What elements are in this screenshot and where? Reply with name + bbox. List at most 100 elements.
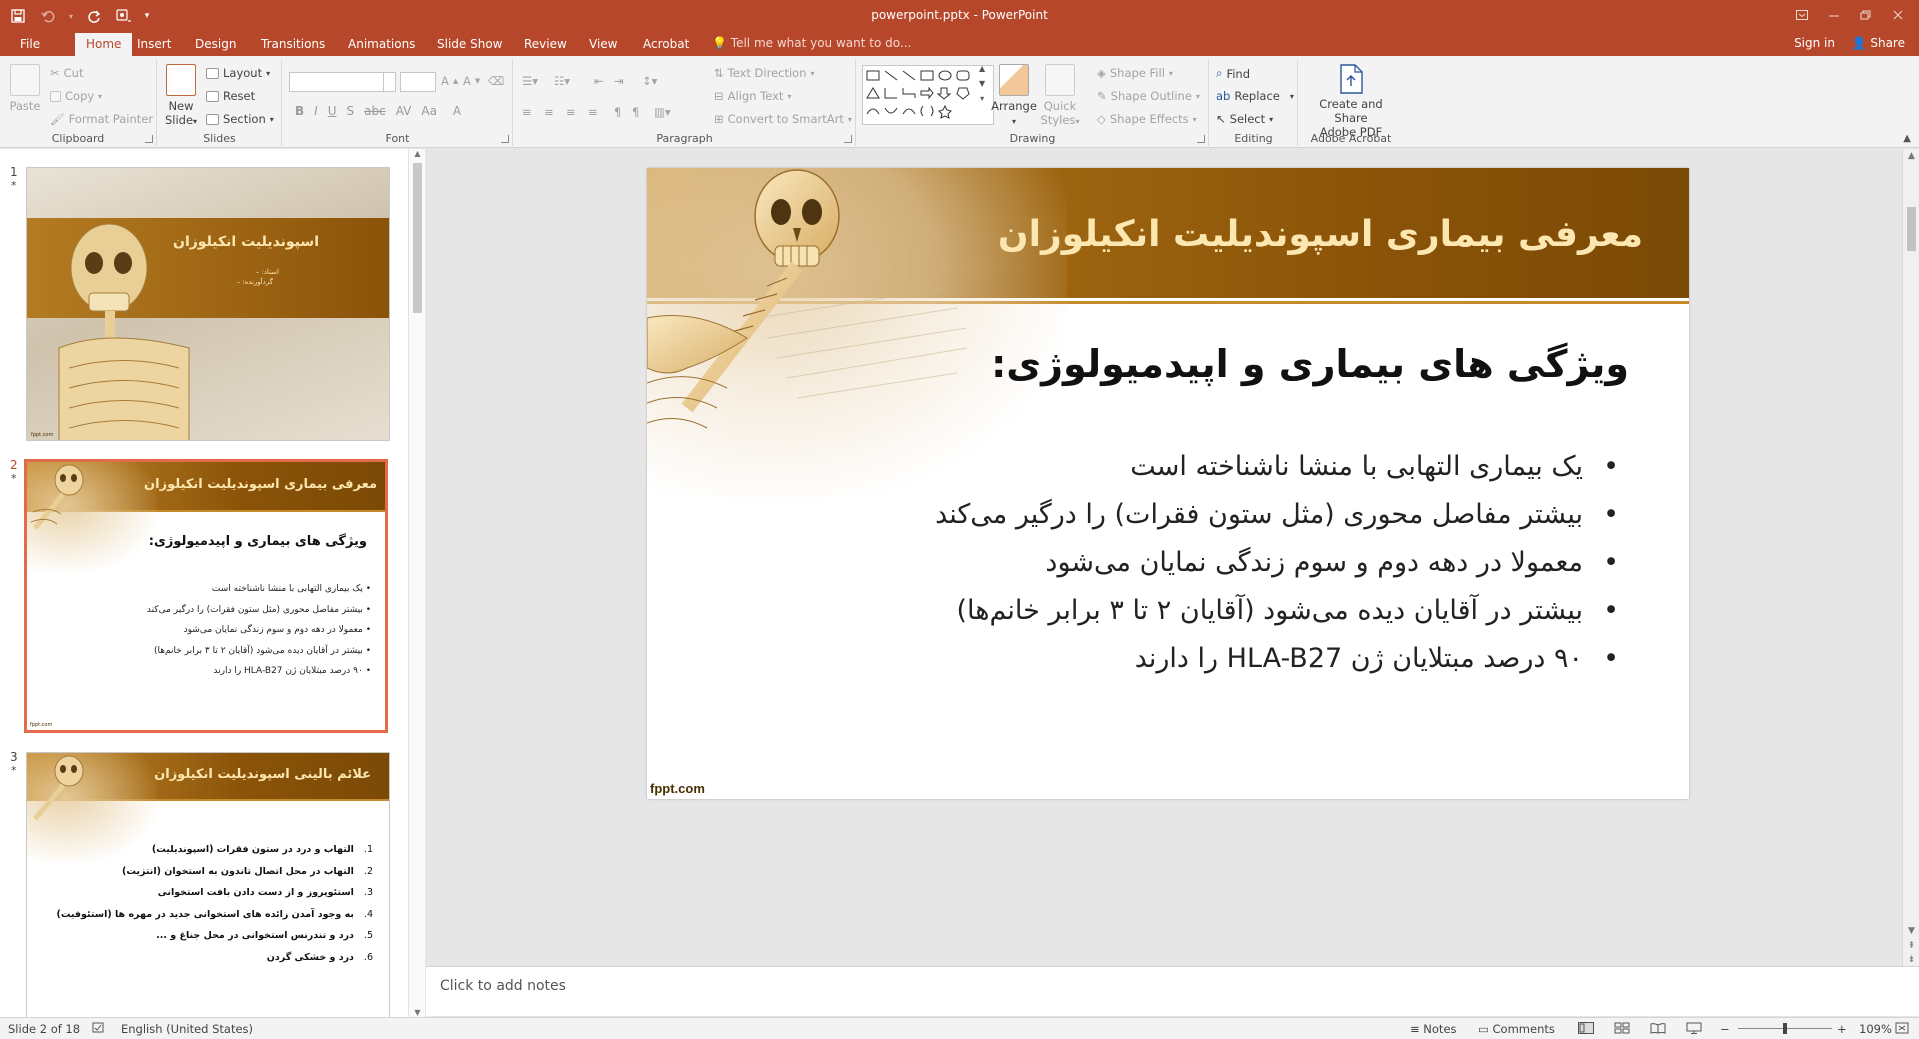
zoom-slider[interactable] xyxy=(1738,1023,1832,1034)
format-painter-button[interactable]: 🖌 Format Painter xyxy=(50,112,153,126)
columns-button[interactable]: ▥▾ xyxy=(654,105,671,119)
tab-animations[interactable]: Animations xyxy=(337,33,426,56)
replace-button[interactable]: ab Replace ▾ xyxy=(1216,89,1294,103)
grow-font-button[interactable]: A ▲ xyxy=(441,74,458,88)
ribbon-display-icon[interactable] xyxy=(1787,4,1817,26)
reset-button[interactable]: Reset xyxy=(206,89,255,103)
font-size-combobox[interactable] xyxy=(400,72,436,92)
thumbnail-scroll-thumb[interactable] xyxy=(413,163,422,313)
find-button[interactable]: ⌕ Find xyxy=(1216,66,1250,81)
paragraph-launcher-icon[interactable] xyxy=(844,135,852,143)
close-icon[interactable] xyxy=(1883,4,1913,26)
current-slide[interactable]: معرفی بیماری اسپوندیلیت انکیلوزان ویژگی … xyxy=(647,168,1689,799)
shape-outline-button[interactable]: ✎ Shape Outline ▾ xyxy=(1097,89,1200,103)
increase-indent-button[interactable]: ⇥ xyxy=(614,74,624,88)
notes-pane[interactable]: Click to add notes xyxy=(426,966,1919,1016)
font-color-button[interactable]: A xyxy=(453,104,461,118)
reading-view-icon[interactable] xyxy=(1650,1022,1666,1037)
tab-review[interactable]: Review xyxy=(513,33,578,56)
decrease-indent-button[interactable]: ⇤ xyxy=(594,74,604,88)
slide-thumbnail-1[interactable]: اسپوندیلیت انکیلوزان استاد: – گردآورنده:… xyxy=(26,167,390,441)
text-direction-button[interactable]: ⇅ Text Direction ▾ xyxy=(714,66,815,80)
scroll-up-icon[interactable]: ▲ xyxy=(409,149,426,158)
shrink-font-button[interactable]: A ▼ xyxy=(463,74,480,88)
create-share-pdf-button[interactable]: Create and Share Adobe PDF xyxy=(1301,64,1401,139)
tab-acrobat[interactable]: Acrobat xyxy=(632,33,700,56)
font-name-combobox[interactable] xyxy=(289,72,384,92)
previous-slide-icon[interactable]: ⇞ xyxy=(1903,941,1919,951)
quick-styles-button[interactable]: Quick Styles▾ xyxy=(1039,64,1081,129)
tell-me-box[interactable]: 💡 Tell me what you want to do... xyxy=(712,36,911,50)
justify-button[interactable]: ≡ xyxy=(588,105,598,119)
zoom-slider-knob[interactable] xyxy=(1783,1023,1787,1034)
slide-scroll-thumb[interactable] xyxy=(1907,207,1916,251)
convert-smartart-button[interactable]: ⊞ Convert to SmartArt ▾ xyxy=(714,112,852,126)
tab-design[interactable]: Design xyxy=(184,33,247,56)
shape-fill-button[interactable]: ◈ Shape Fill ▾ xyxy=(1097,66,1173,80)
zoom-level[interactable]: 109% xyxy=(1859,1022,1892,1036)
tab-slide-show[interactable]: Slide Show xyxy=(426,33,513,56)
slide-heading[interactable]: ویژگی های بیماری و اپیدمیولوژی: xyxy=(991,342,1629,386)
sign-in-link[interactable]: Sign in xyxy=(1794,36,1835,50)
next-slide-icon[interactable]: ⇟ xyxy=(1903,955,1919,965)
font-launcher-icon[interactable] xyxy=(501,135,509,143)
copy-button[interactable]: Copy ▾ xyxy=(50,89,102,103)
clear-formatting-icon[interactable]: ⌫ xyxy=(488,74,504,88)
clipboard-launcher-icon[interactable] xyxy=(145,135,153,143)
zoom-out-button[interactable]: − xyxy=(1720,1022,1730,1036)
section-button[interactable]: Section ▾ xyxy=(206,112,274,126)
new-slide-button[interactable]: New Slide▾ xyxy=(162,64,200,129)
fit-to-window-icon[interactable] xyxy=(1895,1022,1909,1037)
slide-thumbnail-3[interactable]: علائم بالینی اسپوندیلیت انکیلوزان 1. الته… xyxy=(26,752,390,1026)
slide-vertical-scrollbar[interactable]: ▲ ▼ ⇞ ⇟ xyxy=(1902,149,1919,966)
align-left-button[interactable]: ≡ xyxy=(522,105,532,119)
language-indicator[interactable]: English (United States) xyxy=(121,1022,253,1036)
scroll-up-icon[interactable]: ▲ xyxy=(1903,151,1919,161)
numbering-button[interactable]: ☷▾ xyxy=(554,74,570,88)
font-name-dropdown-icon[interactable] xyxy=(384,72,396,92)
restore-icon[interactable] xyxy=(1851,4,1881,26)
shadow-button[interactable]: S xyxy=(347,104,355,118)
char-spacing-button[interactable]: AV xyxy=(396,104,412,118)
thumbnail-scrollbar[interactable]: ▲ ▼ xyxy=(408,149,425,1017)
arrange-button[interactable]: Arrange ▾ xyxy=(991,64,1037,129)
align-text-button[interactable]: ⊟ Align Text ▾ xyxy=(714,89,791,103)
scroll-down-icon[interactable]: ▼ xyxy=(409,1008,426,1017)
tab-home[interactable]: Home xyxy=(75,33,133,56)
bullets-button[interactable]: ☰▾ xyxy=(522,74,538,88)
rtl-button[interactable]: ¶ xyxy=(614,105,621,119)
select-button[interactable]: ↖ Select ▾ xyxy=(1216,112,1273,126)
shapes-scroll[interactable]: ▲ ▼ ▾ xyxy=(979,64,985,103)
tab-file[interactable]: File xyxy=(9,33,51,56)
tab-insert[interactable]: Insert xyxy=(126,33,182,56)
zoom-in-button[interactable]: + xyxy=(1837,1022,1847,1036)
comments-toggle-button[interactable]: ▭ Comments xyxy=(1478,1022,1555,1036)
slide-bullet-list[interactable]: یک بیماری التهابی با منشا ناشناخته است ب… xyxy=(935,443,1623,683)
slide-thumbnail-2[interactable]: معرفی بیماری اسپوندیلیت انکیلوزان ویژگی … xyxy=(24,459,388,733)
change-case-button[interactable]: Aa xyxy=(421,104,437,118)
minimize-icon[interactable] xyxy=(1819,4,1849,26)
notes-toggle-button[interactable]: ≡ Notes xyxy=(1410,1022,1457,1036)
drawing-launcher-icon[interactable] xyxy=(1197,135,1205,143)
italic-button[interactable]: I xyxy=(314,104,318,118)
normal-view-icon[interactable] xyxy=(1578,1022,1594,1037)
spell-check-icon[interactable] xyxy=(92,1022,106,1037)
tab-transitions[interactable]: Transitions xyxy=(250,33,336,56)
layout-button[interactable]: Layout ▾ xyxy=(206,66,270,80)
underline-button[interactable]: U xyxy=(328,104,337,118)
shape-effects-button[interactable]: ◇ Shape Effects ▾ xyxy=(1097,112,1197,126)
slide-title[interactable]: معرفی بیماری اسپوندیلیت انکیلوزان xyxy=(998,214,1643,255)
bold-button[interactable]: B xyxy=(295,104,304,118)
tab-view[interactable]: View xyxy=(578,33,628,56)
share-button[interactable]: 👤 Share xyxy=(1852,36,1905,50)
collapse-ribbon-icon[interactable]: ▲ xyxy=(1903,133,1911,144)
line-spacing-button[interactable]: ↕▾ xyxy=(642,74,657,88)
ltr-button[interactable]: ¶ xyxy=(632,105,639,119)
align-center-button[interactable]: ≡ xyxy=(544,105,554,119)
cut-button[interactable]: ✂ Cut xyxy=(50,66,83,80)
slideshow-view-icon[interactable] xyxy=(1686,1022,1702,1037)
slide-sorter-icon[interactable] xyxy=(1614,1022,1630,1037)
strikethrough-button[interactable]: abc xyxy=(364,104,386,118)
scroll-down-icon[interactable]: ▼ xyxy=(1903,926,1919,936)
align-right-button[interactable]: ≡ xyxy=(566,105,576,119)
